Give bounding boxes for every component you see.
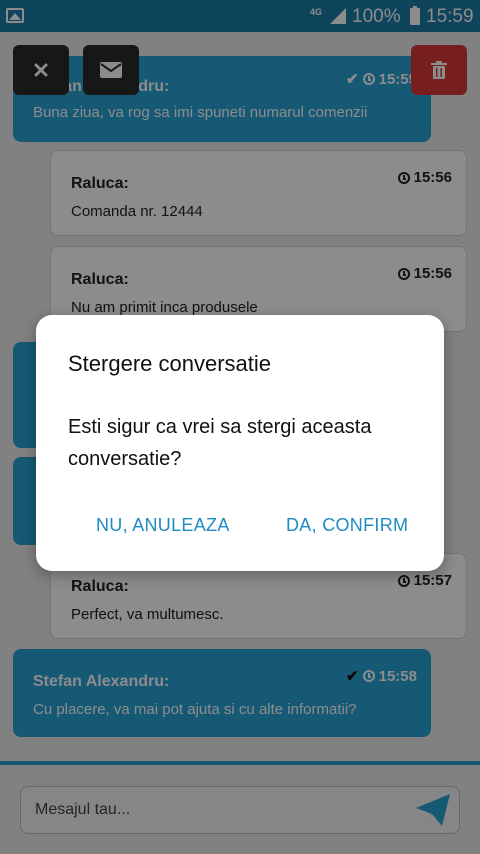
dialog-message: Esti sigur ca vrei sa stergi aceasta con…: [68, 416, 372, 470]
dialog-title: Stergere conversatie: [68, 351, 271, 376]
delete-confirmation-dialog: Stergere conversatie Esti sigur ca vrei …: [36, 315, 444, 571]
cancel-button[interactable]: NU, ANULEAZA: [96, 515, 230, 536]
confirm-button[interactable]: DA, CONFIRM: [286, 515, 408, 536]
